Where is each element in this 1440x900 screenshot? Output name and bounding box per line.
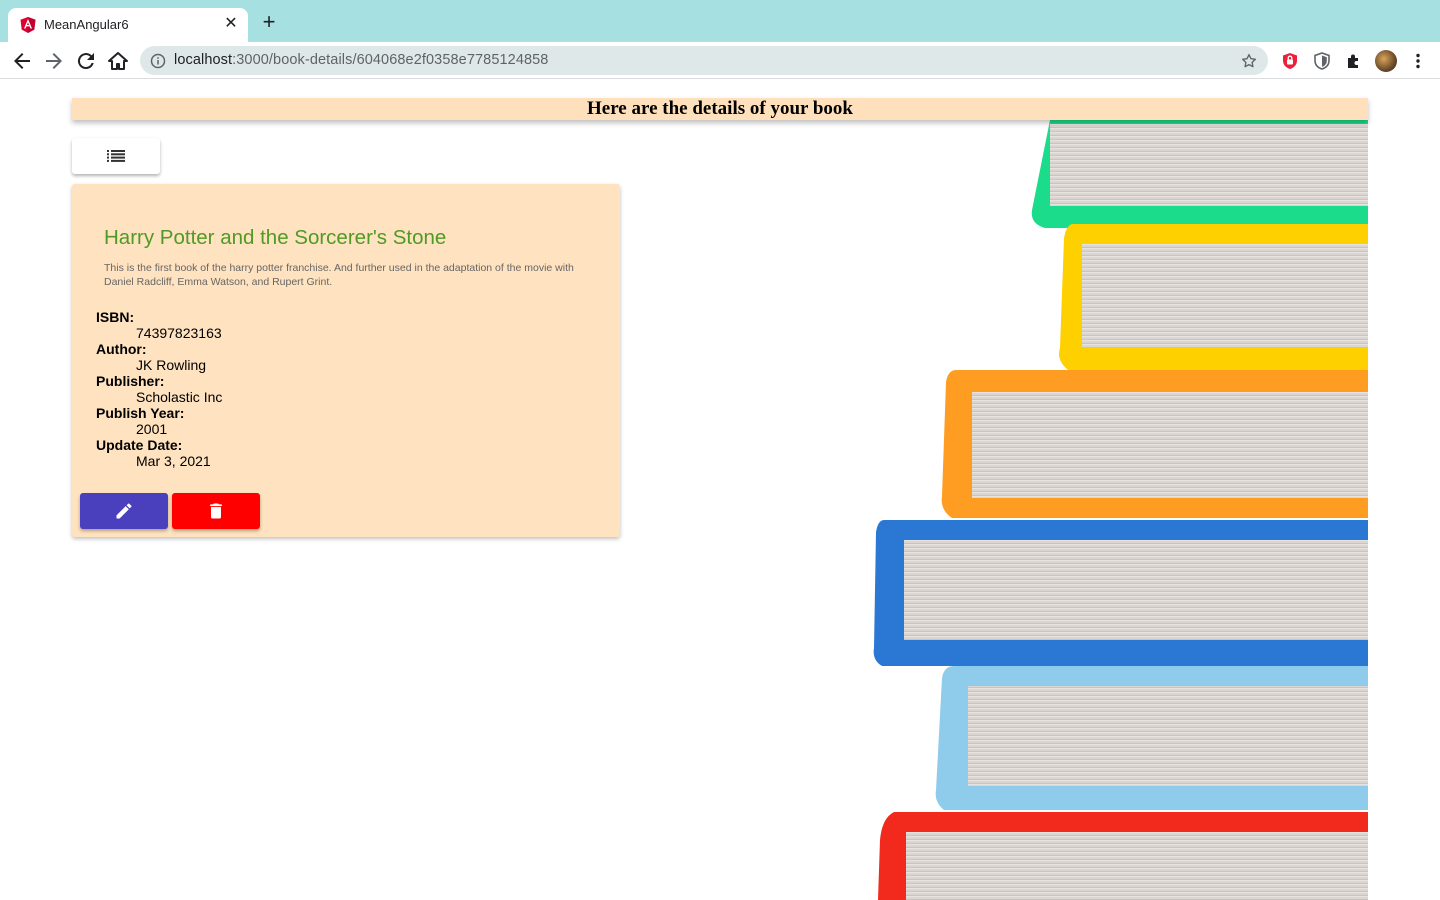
reload-icon[interactable] xyxy=(74,49,98,73)
details-header-bar: Here are the details of your book xyxy=(72,98,1368,120)
more-menu-icon[interactable] xyxy=(1408,51,1428,71)
home-icon[interactable] xyxy=(106,49,130,73)
url-text: localhost:3000/book-details/604068e2f035… xyxy=(174,52,548,68)
author-label: Author: xyxy=(96,341,147,357)
url-path: :3000/book-details/604068e2f0358e7785124… xyxy=(232,52,549,68)
update-date-value: Mar 3, 2021 xyxy=(136,453,211,469)
page-title: Here are the details of your book xyxy=(587,98,853,119)
browser-tab-strip: MeanAngular6 ✕ + xyxy=(0,0,1440,42)
list-icon xyxy=(107,150,125,162)
update-date-label: Update Date: xyxy=(96,437,183,453)
puzzle-extensions-icon[interactable] xyxy=(1344,51,1364,71)
publish-year-value: 2001 xyxy=(136,421,168,437)
book-detail-list: ISBN: 74397823163 Author: JK Rowling Pub… xyxy=(96,309,222,469)
trash-icon xyxy=(210,503,222,519)
browser-tab[interactable]: MeanAngular6 ✕ xyxy=(8,8,248,42)
new-tab-icon[interactable]: + xyxy=(258,11,280,34)
url-host: localhost xyxy=(174,52,233,68)
forward-arrow-icon[interactable] xyxy=(42,49,66,73)
privacy-extension-icon[interactable] xyxy=(1312,51,1332,71)
browser-toolbar: localhost:3000/book-details/604068e2f035… xyxy=(0,42,1440,79)
profile-avatar[interactable] xyxy=(1375,50,1397,72)
info-icon[interactable] xyxy=(150,53,166,69)
author-value: JK Rowling xyxy=(136,357,207,373)
edit-icon xyxy=(116,503,132,519)
tab-title: MeanAngular6 xyxy=(44,17,129,32)
page-content: Here are the details of your book Harry … xyxy=(0,79,1440,900)
shield-extension-icon[interactable] xyxy=(1280,51,1300,71)
book-description: This is the first book of the harry pott… xyxy=(104,262,574,288)
address-bar[interactable]: localhost:3000/book-details/604068e2f035… xyxy=(140,46,1268,75)
publisher-label: Publisher: xyxy=(96,373,165,389)
book-title: Harry Potter and the Sorcerer's Stone xyxy=(104,226,447,249)
close-tab-icon[interactable]: ✕ xyxy=(222,15,240,33)
publisher-value: Scholastic Inc xyxy=(136,389,223,405)
delete-book-button[interactable] xyxy=(172,493,260,529)
back-arrow-icon[interactable] xyxy=(10,49,34,73)
isbn-label: ISBN: xyxy=(96,309,135,325)
edit-book-button[interactable] xyxy=(80,493,168,529)
book-list-button[interactable] xyxy=(72,138,160,174)
isbn-value: 74397823163 xyxy=(136,325,222,341)
bookmark-star-icon[interactable] xyxy=(1240,52,1258,70)
book-details-card: Harry Potter and the Sorcerer's Stone Th… xyxy=(72,184,620,537)
publish-year-label: Publish Year: xyxy=(96,405,185,421)
books-background-image xyxy=(873,120,1368,900)
angular-logo-icon xyxy=(20,17,36,33)
